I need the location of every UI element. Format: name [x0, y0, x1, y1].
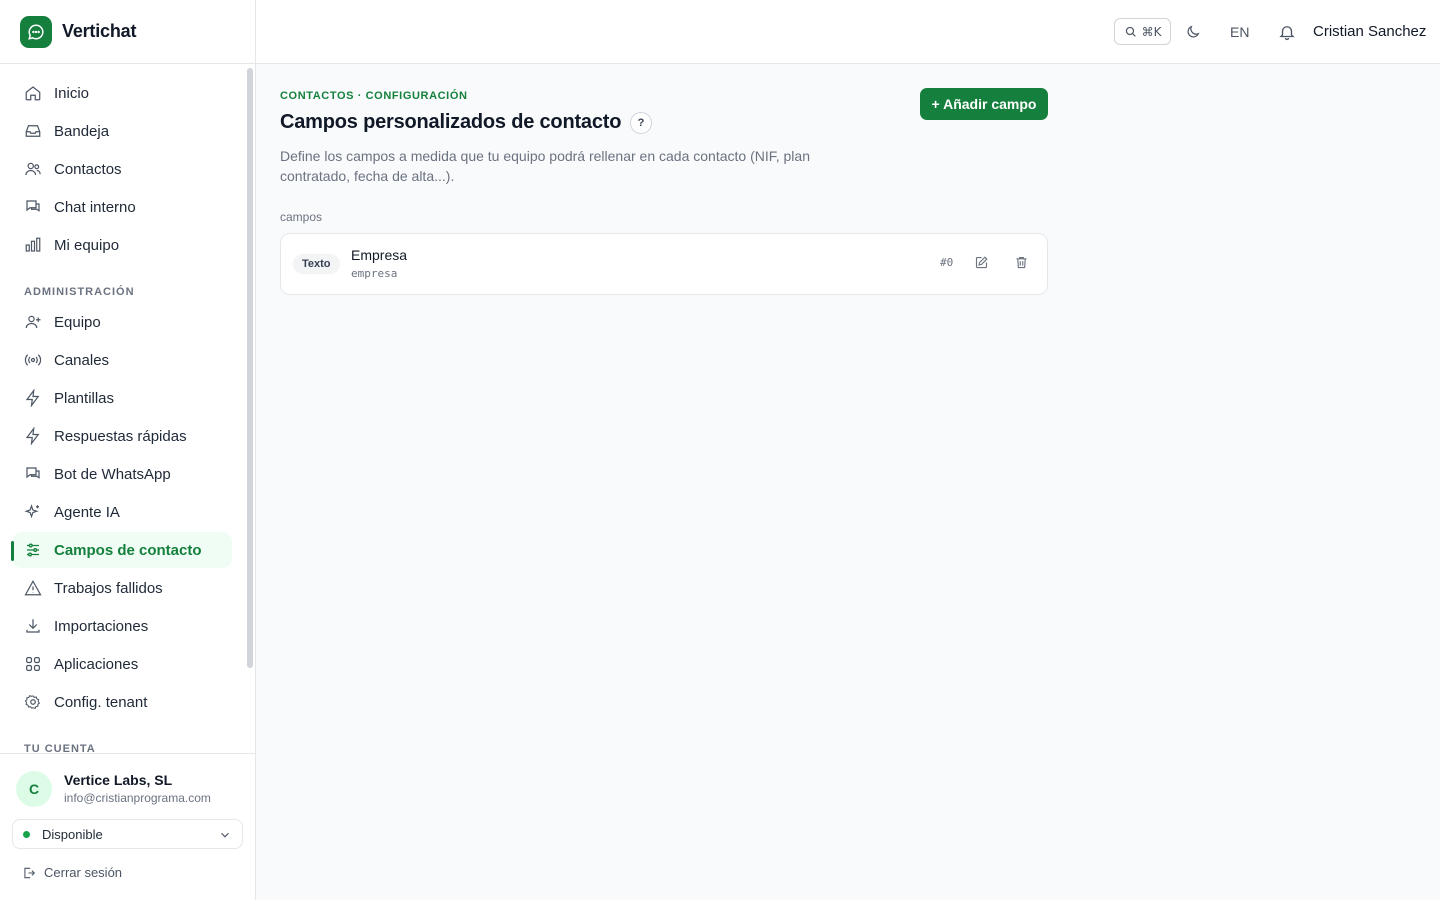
- grid-icon: [26, 657, 40, 671]
- field-row[interactable]: Texto Empresa empresa #0: [280, 233, 1048, 295]
- sidebar-item-config-tenant[interactable]: Config. tenant: [12, 684, 232, 720]
- chat-icon: [26, 200, 40, 212]
- inbox-icon: [25, 125, 41, 137]
- sidebar-item-label: Aplicaciones: [54, 655, 139, 673]
- sidebar-item-label: Inicio: [54, 84, 90, 102]
- user-menu[interactable]: Cristian Sanchez: [1313, 23, 1426, 40]
- active-indicator: [11, 541, 14, 561]
- logout-button[interactable]: Cerrar sesión: [22, 865, 122, 880]
- search-icon: [1125, 26, 1136, 37]
- sidebar-item-label: Canales: [54, 351, 110, 369]
- sidebar-item-equipo[interactable]: Equipo: [12, 304, 232, 340]
- sidebar-item-label: Campos de contacto: [54, 541, 202, 559]
- status-dot-icon: [23, 830, 30, 838]
- sidebar-item-chat-interno[interactable]: Chat interno: [12, 189, 232, 225]
- account-panel: C Vertice Labs, SL info@cristianprograma…: [0, 753, 255, 900]
- download-icon: [26, 619, 40, 633]
- chat-icon: [26, 467, 40, 479]
- brand[interactable]: Vertichat: [0, 0, 255, 64]
- sidebar-item-label: Mi equipo: [54, 236, 120, 254]
- account-name: Vertice Labs, SL: [64, 772, 173, 788]
- sidebar-item-label: Importaciones: [54, 617, 149, 635]
- sidebar: Vertichat Inicio Bandeja Contactos Chat …: [0, 0, 256, 900]
- language-toggle[interactable]: EN: [1230, 24, 1249, 40]
- chat-bubble-icon: [20, 15, 52, 48]
- chevron-down-icon: [221, 832, 229, 838]
- sidebar-item-campos-contacto[interactable]: Campos de contacto: [12, 532, 232, 568]
- account-email: info@cristianprograma.com: [64, 791, 211, 805]
- sidebar-item-canales[interactable]: Canales: [12, 342, 232, 378]
- sidebar-item-aplicaciones[interactable]: Aplicaciones: [12, 646, 232, 682]
- users-icon: [25, 162, 41, 176]
- search-button[interactable]: ⌘K: [1114, 18, 1171, 45]
- radio-icon: [24, 354, 42, 366]
- search-shortcut: ⌘K: [1141, 24, 1162, 39]
- sidebar-item-trabajos-fallidos[interactable]: Trabajos fallidos: [12, 570, 232, 606]
- sidebar-item-inicio[interactable]: Inicio: [12, 75, 232, 111]
- sidebar-scrollbar[interactable]: [247, 68, 253, 668]
- section-title-account: TU CUENTA: [24, 743, 96, 753]
- sidebar-item-bot-whatsapp[interactable]: Bot de WhatsApp: [12, 456, 232, 492]
- sidebar-item-mi-equipo[interactable]: Mi equipo: [12, 227, 232, 263]
- help-button[interactable]: ?: [630, 112, 652, 134]
- gear-icon: [24, 695, 41, 709]
- sliders-icon: [27, 543, 39, 557]
- sidebar-item-label: Plantillas: [54, 389, 115, 407]
- breadcrumb: CONTACTOS · CONFIGURACIÓN: [280, 90, 468, 102]
- main-content: CONTACTOS · CONFIGURACIÓN Campos persona…: [256, 64, 1440, 900]
- list-label: campos: [280, 210, 323, 224]
- sidebar-item-respuestas-rapidas[interactable]: Respuestas rápidas: [12, 418, 232, 454]
- sidebar-item-label: Trabajos fallidos: [54, 579, 163, 597]
- bar-chart-icon: [25, 237, 41, 252]
- trash-icon[interactable]: [1014, 255, 1029, 270]
- warning-icon: [24, 580, 42, 596]
- status-label: Disponible: [42, 826, 103, 842]
- sidebar-item-contactos[interactable]: Contactos: [12, 151, 232, 187]
- sidebar-item-label: Equipo: [54, 313, 101, 331]
- sidebar-item-label: Contactos: [54, 160, 122, 178]
- avatar[interactable]: C: [16, 771, 52, 807]
- sidebar-item-agente-ia[interactable]: Agente IA: [12, 494, 232, 530]
- add-field-button[interactable]: + Añadir campo: [920, 88, 1048, 120]
- sidebar-item-importaciones[interactable]: Importaciones: [12, 608, 232, 644]
- home-icon: [25, 86, 41, 101]
- user-plus-icon: [25, 315, 41, 329]
- sidebar-item-label: Bandeja: [54, 122, 110, 140]
- sidebar-nav: Inicio Bandeja Contactos Chat interno Mi…: [0, 64, 255, 753]
- section-title-admin: ADMINISTRACIÓN: [24, 286, 135, 298]
- bolt-icon: [25, 427, 40, 445]
- bolt-icon: [25, 389, 40, 407]
- field-key: empresa: [351, 267, 398, 280]
- sparkles-icon: [24, 504, 39, 519]
- edit-icon[interactable]: [974, 255, 989, 270]
- top-header: ⌘K EN Cristian Sanchez: [256, 0, 1440, 64]
- sidebar-item-label: Bot de WhatsApp: [54, 465, 171, 483]
- sidebar-item-label: Respuestas rápidas: [54, 427, 187, 445]
- field-type-badge: Texto: [293, 254, 340, 274]
- sidebar-item-label: Agente IA: [54, 503, 120, 521]
- sidebar-item-label: Config. tenant: [54, 693, 148, 711]
- logout-label: Cerrar sesión: [44, 865, 123, 880]
- sidebar-item-plantillas[interactable]: Plantillas: [12, 380, 232, 416]
- bell-icon[interactable]: [1278, 23, 1296, 41]
- sidebar-item-bandeja[interactable]: Bandeja: [12, 113, 232, 149]
- sidebar-item-label: Chat interno: [54, 198, 136, 216]
- field-order: #0: [940, 256, 954, 269]
- page-description: Define los campos a medida que tu equipo…: [280, 148, 810, 184]
- logout-icon: [24, 867, 35, 878]
- page-title: Campos personalizados de contacto: [280, 111, 622, 133]
- status-select[interactable]: Disponible: [12, 819, 243, 849]
- field-name: Empresa: [351, 247, 408, 263]
- moon-icon[interactable]: [1185, 24, 1201, 40]
- app-name: Vertichat: [62, 21, 137, 41]
